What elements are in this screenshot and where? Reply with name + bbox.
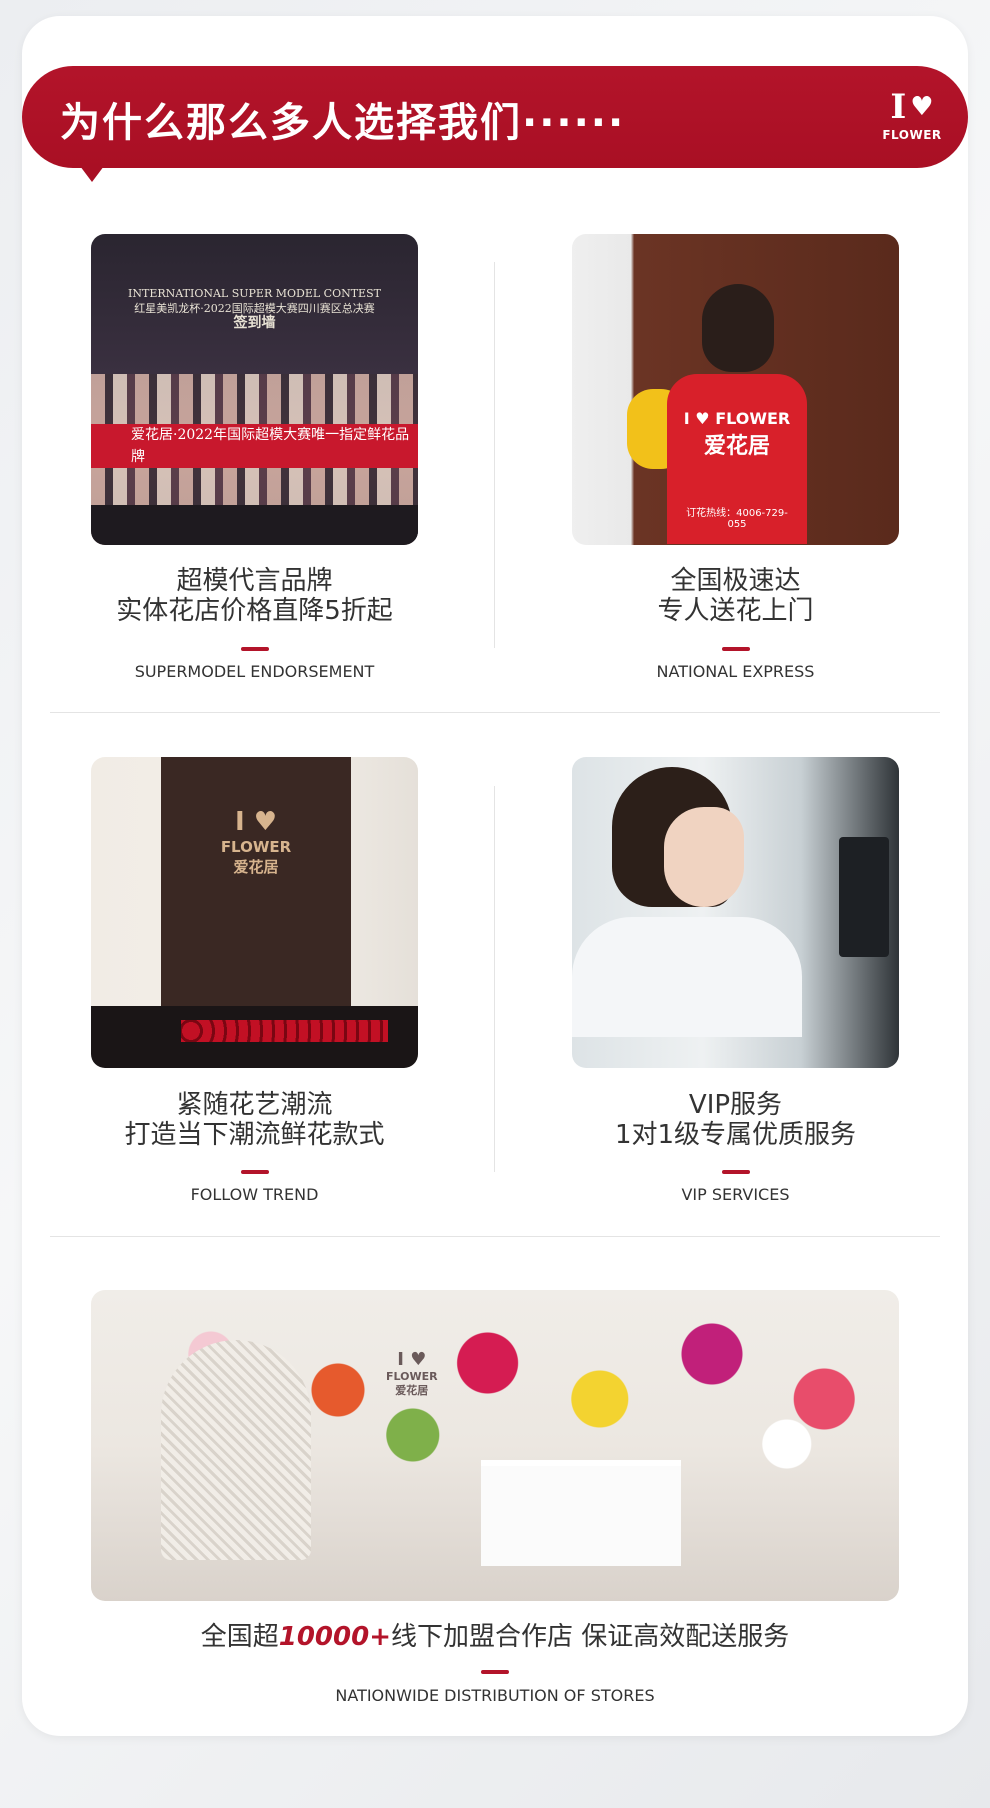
logo-letter: I <box>890 87 907 127</box>
row-divider <box>50 1236 940 1237</box>
delivery-photo: I ♥ FLOWER 爱花居 订花热线：4006-729-055 <box>572 234 899 545</box>
stores-subtitle-en: NATIONWIDE DISTRIBUTION OF STORES <box>335 1686 655 1705</box>
florist-apron <box>161 757 351 1007</box>
store-sign: I ♥ FLOWER 爱花居 <box>386 1349 438 1398</box>
accent-bar <box>722 1170 750 1174</box>
feature-subtitle-en: VIP SERVICES <box>681 1185 790 1204</box>
florist-photo: I ♥ FLOWER 爱花居 <box>91 757 418 1068</box>
feature-subtitle-en: FOLLOW TREND <box>190 1185 319 1204</box>
brand-logo: I ♥ FLOWER <box>880 90 944 148</box>
apron-logo: I ♥ FLOWER 爱花居 <box>220 807 292 876</box>
display-shelf <box>481 1460 681 1566</box>
page-title: 为什么那么多人选择我们······ <box>60 100 626 146</box>
feature-title: VIP服务 1对1级专属优质服务 <box>614 1090 857 1150</box>
feature-title: 紧随花艺潮流 打造当下潮流鲜花款式 <box>124 1090 385 1150</box>
banner-pointer <box>80 166 104 182</box>
supermodel-photo: INTERNATIONAL SUPER MODEL CONTEST 红星美凯龙杯… <box>91 234 418 545</box>
row-divider <box>50 712 940 713</box>
wicker-chair <box>161 1340 311 1560</box>
stores-headline: 全国超10000+线下加盟合作店 保证高效配送服务 <box>200 1622 790 1652</box>
stage-floor <box>91 505 418 545</box>
contest-title-en: INTERNATIONAL SUPER MODEL CONTEST <box>128 287 381 300</box>
accent-bar <box>481 1670 509 1674</box>
column-divider <box>494 262 495 648</box>
attendance-wall: 签到墙 <box>233 315 276 331</box>
store-photo: I ♥ FLOWER 爱花居 <box>91 1290 899 1601</box>
feature-title: 超模代言品牌 实体花店价格直降5折起 <box>116 566 393 626</box>
feature-subtitle-en: NATIONAL EXPRESS <box>656 662 815 681</box>
accent-bar <box>241 647 269 651</box>
stage-backdrop-text: INTERNATIONAL SUPER MODEL CONTEST 红星美凯龙杯… <box>91 286 418 331</box>
heart-icon: ♥ <box>910 92 934 122</box>
stores-count: 10000+ <box>278 1622 391 1652</box>
vest-logo: I ♥ FLOWER 爱花居 <box>683 409 791 459</box>
contest-title-cn: 红星美凯龙杯·2022国际超模大赛四川赛区总决赛 <box>134 302 375 315</box>
feature-subtitle-en: SUPERMODEL ENDORSEMENT <box>134 662 375 681</box>
column-divider <box>494 786 495 1172</box>
agent-shirt <box>572 917 802 1037</box>
agent-face <box>664 807 744 907</box>
customer-service-photo <box>572 757 899 1068</box>
roses <box>181 1020 388 1042</box>
courier-head <box>702 284 774 372</box>
vest-phone: 订花热线：4006-729-055 <box>686 508 788 530</box>
accent-bar <box>722 647 750 651</box>
office-monitor <box>839 837 889 957</box>
logo-wordmark: FLOWER <box>882 128 942 142</box>
event-banner: 爱花居·2022年国际超模大赛唯一指定鲜花品牌 <box>91 424 418 468</box>
feature-title: 全国极速达 专人送花上门 <box>657 566 814 626</box>
accent-bar <box>241 1170 269 1174</box>
